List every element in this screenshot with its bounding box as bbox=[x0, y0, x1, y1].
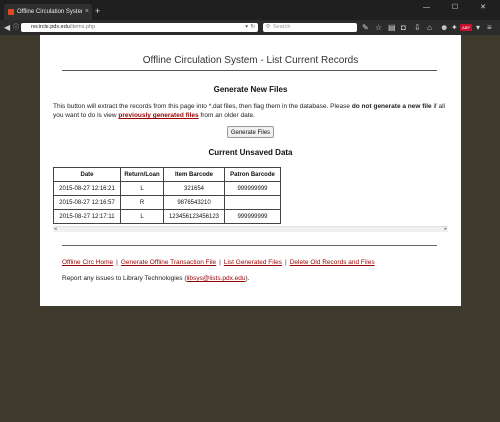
menu-icon[interactable]: ≡ bbox=[487, 23, 492, 32]
footer-nav: Offline Circ Home | Generate Offline Trans… bbox=[62, 259, 375, 266]
search-placeholder: Search bbox=[273, 24, 291, 30]
reading-list-icon[interactable]: ▤ bbox=[388, 23, 396, 32]
previous-files-link[interactable]: previously generated files bbox=[118, 112, 198, 119]
url-dropdown-icon[interactable]: ▾ bbox=[245, 23, 248, 32]
cell-item-barcode: 123456123456123 bbox=[163, 209, 225, 224]
cell-patron-barcode: 999999999 bbox=[224, 181, 281, 196]
browser-tab[interactable]: Offline Circulation System - ... × bbox=[4, 4, 92, 20]
horizontal-scrollbar[interactable]: ◂ ▸ bbox=[53, 226, 448, 232]
back-arrow-icon[interactable]: ◀ bbox=[4, 22, 10, 33]
report-text-2: ). bbox=[245, 275, 250, 282]
tools-icon[interactable]: ✎ bbox=[362, 23, 369, 32]
search-icon: ⚲ bbox=[266, 24, 271, 30]
report-text-1: Report any issues to Library Technologie… bbox=[62, 275, 187, 282]
url-path: /items.php bbox=[69, 24, 96, 30]
instructions-paragraph: This button will extract the records fro… bbox=[53, 102, 448, 120]
browser-nav-bar: ◀ ⓘ recircle.pdx.edu/items.php ▾ ↻ ⚲ Sea… bbox=[0, 20, 500, 35]
col-patron-barcode: Patron Barcode bbox=[224, 167, 281, 182]
new-tab-button[interactable]: + bbox=[95, 5, 100, 17]
hello-icon[interactable]: ☻ bbox=[440, 23, 448, 32]
cell-date: 2015-08-27 12:16:57 bbox=[53, 195, 121, 210]
favicon-icon bbox=[8, 9, 14, 15]
cell-date: 2015-08-27 12:17:11 bbox=[53, 209, 121, 224]
report-issues-text: Report any issues to Library Technologie… bbox=[62, 275, 250, 282]
bookmark-star-icon[interactable]: ☆ bbox=[375, 23, 382, 32]
support-email-link[interactable]: libsys@lists.pdx.edu bbox=[187, 275, 246, 282]
cell-item-barcode: 9876543210 bbox=[163, 195, 225, 210]
reload-icon[interactable]: ↻ bbox=[250, 23, 255, 32]
para-text-1: This button will extract the records fro… bbox=[53, 103, 352, 110]
link-separator: | bbox=[285, 259, 287, 266]
generate-files-button[interactable]: Generate Files bbox=[227, 126, 274, 138]
para-warning: do not generate a new file bbox=[351, 103, 432, 110]
info-icon[interactable]: ⓘ bbox=[13, 23, 19, 34]
link-separator: | bbox=[116, 259, 118, 266]
home-icon[interactable]: ⌂ bbox=[427, 23, 432, 32]
tab-close-icon[interactable]: × bbox=[85, 4, 89, 20]
tab-title: Offline Circulation System - ... bbox=[17, 9, 82, 15]
pocket-icon[interactable]: ◘ bbox=[401, 23, 406, 32]
footer-divider bbox=[62, 245, 437, 246]
title-divider bbox=[62, 70, 437, 71]
scroll-left-icon[interactable]: ◂ bbox=[54, 226, 57, 232]
window-controls[interactable]: — ☐ ✕ bbox=[423, 3, 496, 11]
offline-circ-home-link[interactable]: Offline Circ Home bbox=[62, 259, 113, 266]
search-bar[interactable]: ⚲ Search bbox=[263, 23, 357, 32]
cell-item-barcode: 321654 bbox=[163, 181, 225, 196]
para-text-3: from an older date. bbox=[198, 112, 255, 119]
col-item-barcode: Item Barcode bbox=[163, 167, 225, 182]
table-row: 2015-08-27 12:16:21 L 321654 999999999 bbox=[53, 181, 281, 196]
cell-return-loan: L bbox=[120, 209, 164, 224]
url-bar[interactable]: recircle.pdx.edu/items.php ▾ ↻ bbox=[21, 23, 258, 32]
unsaved-data-heading: Current Unsaved Data bbox=[208, 148, 293, 157]
extension-icon[interactable]: ✦ bbox=[451, 23, 458, 32]
col-return-loan: Return/Loan bbox=[120, 167, 164, 182]
cell-patron-barcode bbox=[224, 195, 281, 210]
delete-old-records-link[interactable]: Delete Old Records and Files bbox=[290, 259, 375, 266]
scroll-right-icon[interactable]: ▸ bbox=[444, 226, 447, 232]
generate-heading: Generate New Files bbox=[213, 85, 288, 94]
adblock-icon[interactable]: ABP bbox=[460, 24, 472, 31]
cell-patron-barcode: 999999999 bbox=[224, 209, 281, 224]
cell-return-loan: L bbox=[120, 181, 164, 196]
download-icon[interactable]: ⇩ bbox=[414, 23, 421, 32]
extension-dropdown-icon[interactable]: ▾ bbox=[476, 23, 480, 32]
generate-transaction-file-link[interactable]: Generate Offline Transaction File bbox=[121, 259, 216, 266]
records-table: Date Return/Loan Item Barcode Patron Bar… bbox=[53, 167, 281, 224]
link-separator: | bbox=[219, 259, 221, 266]
list-generated-files-link[interactable]: List Generated Files bbox=[224, 259, 282, 266]
cell-date: 2015-08-27 12:16:21 bbox=[53, 181, 121, 196]
browser-tab-bar: Offline Circulation System - ... × + — ☐… bbox=[0, 0, 500, 20]
table-header-row: Date Return/Loan Item Barcode Patron Bar… bbox=[53, 167, 281, 182]
table-row: 2015-08-27 12:17:11 L 123456123456123 99… bbox=[53, 209, 281, 224]
url-host: recircle.pdx.edu bbox=[31, 24, 70, 30]
col-date: Date bbox=[53, 167, 121, 182]
page-title: Offline Circulation System - List Curren… bbox=[142, 55, 359, 66]
table-row: 2015-08-27 12:16:57 R 9876543210 bbox=[53, 195, 281, 210]
cell-return-loan: R bbox=[120, 195, 164, 210]
page-content: Offline Circulation System - List Curren… bbox=[40, 35, 461, 306]
